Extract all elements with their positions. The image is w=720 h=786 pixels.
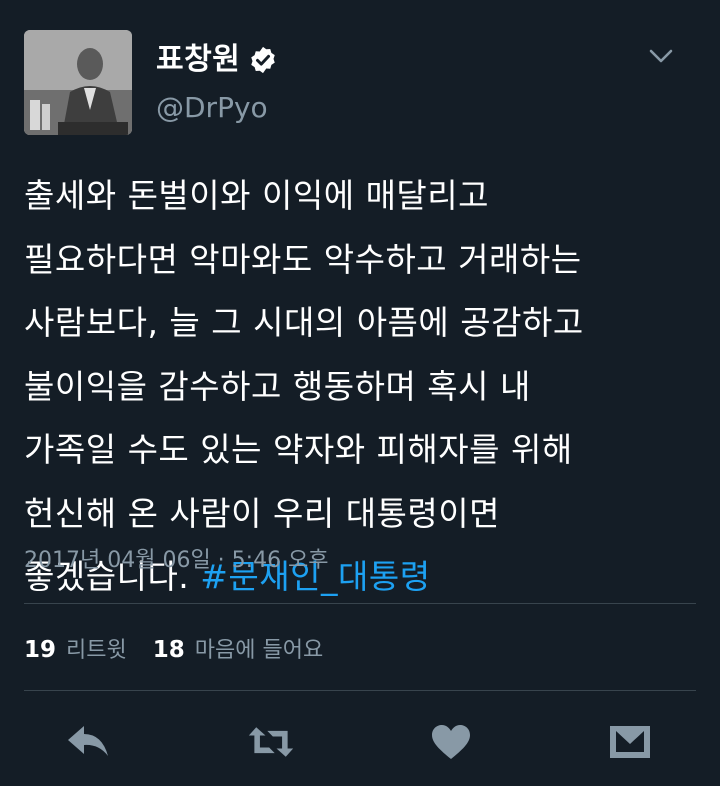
verified-badge-icon [251, 46, 276, 74]
like-button[interactable] [427, 720, 475, 764]
like-label[interactable]: 마음에 들어요 [195, 635, 323, 667]
direct-message-button[interactable] [606, 720, 654, 764]
chevron-down-icon[interactable] [648, 46, 674, 66]
tweet-body: 출세와 돈벌이와 이익에 매달리고 필요하다면 악마와도 악수하고 거래하는 사… [24, 176, 584, 596]
like-count[interactable]: 18 [153, 634, 185, 666]
tweet-timestamp: 2017년 04월 06일 · 5:46 오후 [24, 548, 329, 573]
divider [24, 690, 696, 691]
user-handle[interactable]: @DrPyo [156, 88, 268, 128]
direct-message-icon [610, 726, 650, 758]
tweet-action-bar [0, 712, 720, 772]
avatar-photo [24, 30, 132, 135]
retweet-count[interactable]: 19 [24, 634, 56, 666]
avatar[interactable] [24, 30, 132, 135]
divider [24, 603, 696, 604]
retweet-button[interactable] [247, 720, 295, 764]
retweet-icon [248, 727, 294, 757]
reply-button[interactable] [64, 720, 112, 764]
tweet-text: 출세와 돈벌이와 이익에 매달리고 필요하다면 악마와도 악수하고 거래하는 사… [24, 164, 694, 609]
user-display-name-row[interactable]: 표창원 [156, 40, 278, 80]
tweet-stats: 19 리트윗 18 마음에 들어요 [24, 634, 339, 667]
retweet-label[interactable]: 리트윗 [66, 635, 127, 667]
display-name[interactable]: 표창원 [156, 40, 240, 80]
reply-icon [68, 726, 108, 756]
heart-icon [432, 725, 470, 759]
